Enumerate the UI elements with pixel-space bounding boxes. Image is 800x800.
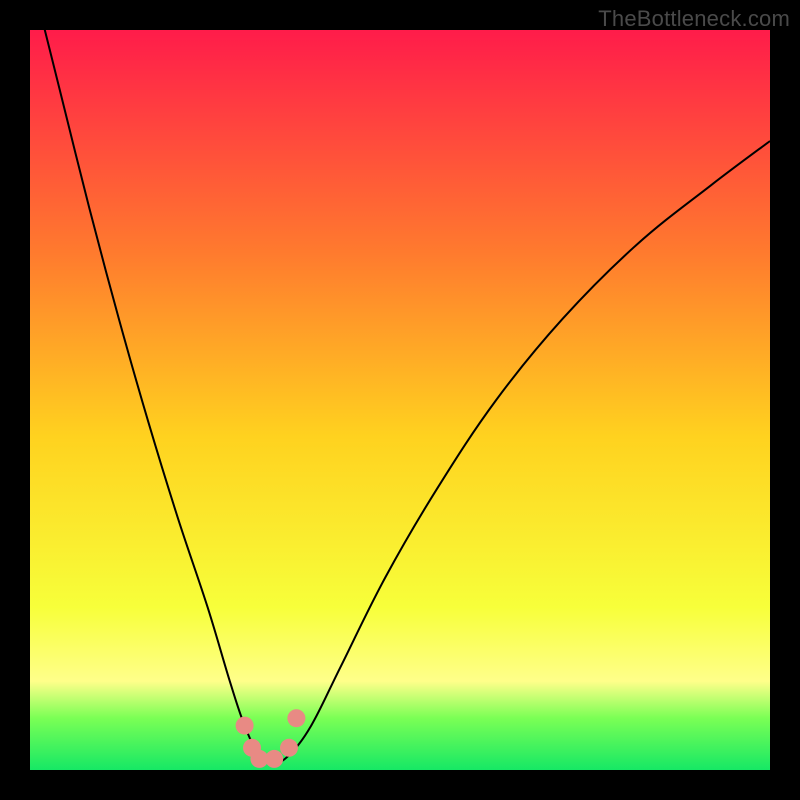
- curve-marker: [280, 739, 298, 757]
- chart-frame: TheBottleneck.com: [0, 0, 800, 800]
- curve-marker: [287, 709, 305, 727]
- chart-svg: [30, 30, 770, 770]
- plot-area: [30, 30, 770, 770]
- curve-marker: [236, 717, 254, 735]
- attribution-label: TheBottleneck.com: [598, 6, 790, 32]
- curve-marker: [265, 750, 283, 768]
